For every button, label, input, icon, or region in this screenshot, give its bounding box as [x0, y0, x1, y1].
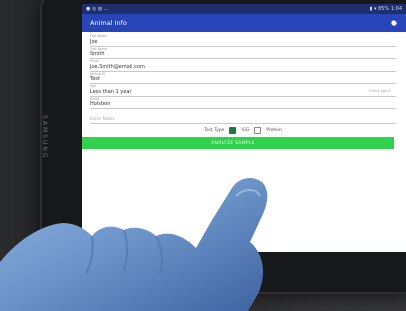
gloved-hand	[0, 178, 268, 311]
photo-scene: SAMSUNG ● ◎ ◍ ... ▮ ▾ 85% 1:04 Animal In…	[0, 0, 406, 311]
